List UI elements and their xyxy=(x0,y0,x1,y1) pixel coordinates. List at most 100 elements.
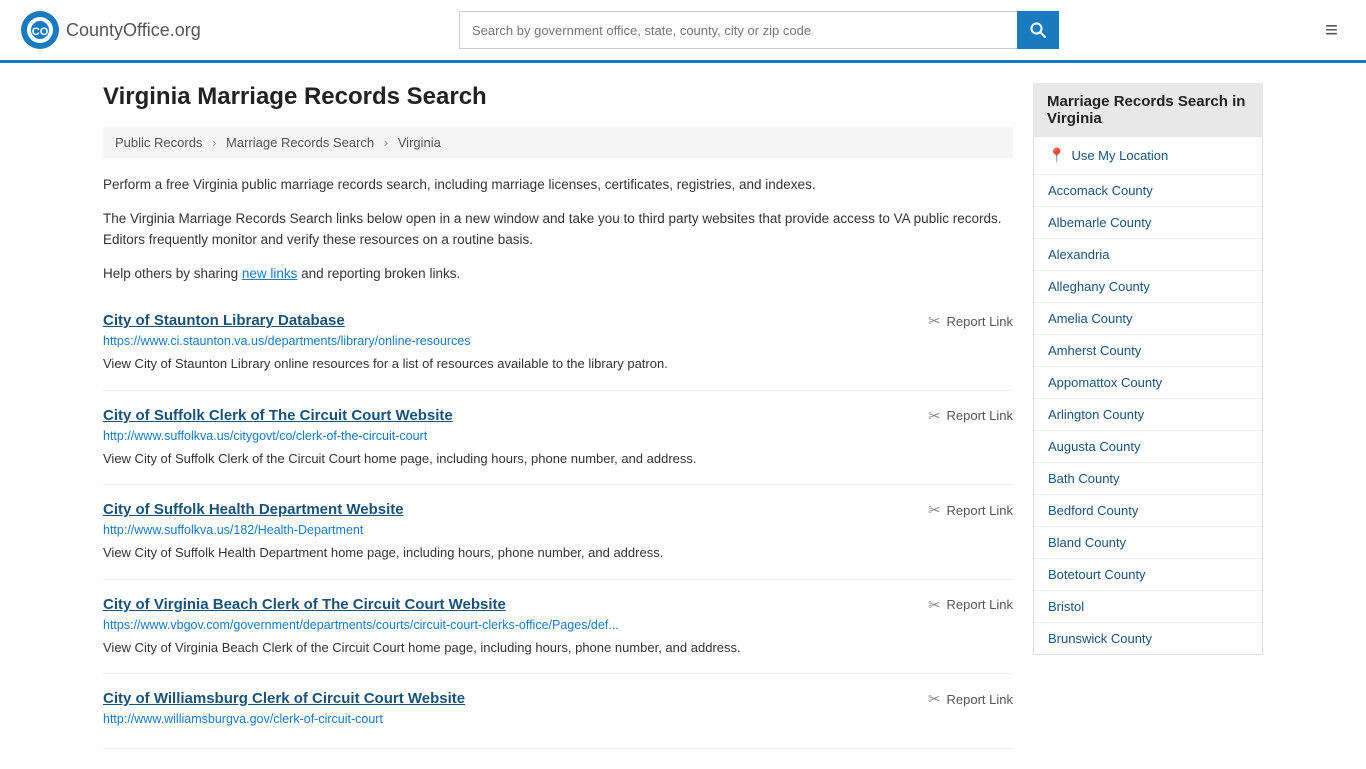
scissors-icon: ✂ xyxy=(928,407,941,425)
logo-area: CO CountyOffice.org xyxy=(20,10,201,50)
result-url[interactable]: https://www.vbgov.com/government/departm… xyxy=(103,618,1013,632)
report-link-button[interactable]: ✂ Report Link xyxy=(928,501,1013,519)
sidebar-county-item: Alexandria xyxy=(1034,239,1262,271)
sidebar-county-link[interactable]: Bland County xyxy=(1048,535,1126,550)
result-item: City of Williamsburg Clerk of Circuit Co… xyxy=(103,674,1013,749)
page-title: Virginia Marriage Records Search xyxy=(103,83,1013,111)
result-title[interactable]: City of Suffolk Health Department Websit… xyxy=(103,501,404,518)
result-header: City of Staunton Library Database ✂ Repo… xyxy=(103,312,1013,330)
sidebar-county-link[interactable]: Bedford County xyxy=(1048,503,1138,518)
result-url[interactable]: http://www.suffolkva.us/citygovt/co/cler… xyxy=(103,429,1013,443)
breadcrumb-current: Virginia xyxy=(398,135,441,150)
sidebar-county-item: Appomattox County xyxy=(1034,367,1262,399)
sidebar-county-link[interactable]: Accomack County xyxy=(1048,183,1153,198)
sidebar-county-link[interactable]: Amherst County xyxy=(1048,343,1141,358)
breadcrumb-sep-2: › xyxy=(384,135,388,150)
sidebar-county-item: Amherst County xyxy=(1034,335,1262,367)
result-header: City of Williamsburg Clerk of Circuit Co… xyxy=(103,690,1013,708)
sidebar-county-item: Augusta County xyxy=(1034,431,1262,463)
result-item: City of Suffolk Clerk of The Circuit Cou… xyxy=(103,391,1013,486)
result-title[interactable]: City of Suffolk Clerk of The Circuit Cou… xyxy=(103,407,453,424)
results-container: City of Staunton Library Database ✂ Repo… xyxy=(103,296,1013,749)
sidebar-title: Marriage Records Search in Virginia xyxy=(1033,83,1263,137)
sidebar-county-link[interactable]: Bristol xyxy=(1048,599,1084,614)
pin-icon: 📍 xyxy=(1048,147,1065,164)
sidebar-county-link[interactable]: Amelia County xyxy=(1048,311,1133,326)
sidebar-county-item: Bath County xyxy=(1034,463,1262,495)
sidebar-county-item: Bristol xyxy=(1034,591,1262,623)
new-links-link[interactable]: new links xyxy=(242,266,298,281)
result-item: City of Virginia Beach Clerk of The Circ… xyxy=(103,580,1013,675)
hamburger-menu-button[interactable]: ≡ xyxy=(1317,13,1346,47)
report-link-label: Report Link xyxy=(947,597,1013,612)
sidebar-county-link[interactable]: Bath County xyxy=(1048,471,1120,486)
sidebar-county-item: Bedford County xyxy=(1034,495,1262,527)
logo-text: CountyOffice.org xyxy=(66,20,201,41)
sidebar-county-link[interactable]: Albemarle County xyxy=(1048,215,1151,230)
scissors-icon: ✂ xyxy=(928,312,941,330)
sidebar-county-item: Accomack County xyxy=(1034,175,1262,207)
sidebar-county-item: Arlington County xyxy=(1034,399,1262,431)
sidebar-county-link[interactable]: Botetourt County xyxy=(1048,567,1146,582)
logo-icon: CO xyxy=(20,10,60,50)
site-header: CO CountyOffice.org ≡ xyxy=(0,0,1366,63)
result-item: City of Staunton Library Database ✂ Repo… xyxy=(103,296,1013,391)
report-link-label: Report Link xyxy=(947,408,1013,423)
sidebar-county-link[interactable]: Alexandria xyxy=(1048,247,1109,262)
sidebar-county-link[interactable]: Alleghany County xyxy=(1048,279,1150,294)
use-location-label: Use My Location xyxy=(1071,148,1168,163)
sidebar-counties: Accomack County Albemarle County Alexandri… xyxy=(1034,175,1262,654)
sidebar-county-item: Bland County xyxy=(1034,527,1262,559)
report-link-label: Report Link xyxy=(947,314,1013,329)
result-title[interactable]: City of Williamsburg Clerk of Circuit Co… xyxy=(103,690,465,707)
sidebar-county-link[interactable]: Appomattox County xyxy=(1048,375,1162,390)
search-input[interactable] xyxy=(459,11,1017,49)
sidebar-county-link[interactable]: Augusta County xyxy=(1048,439,1141,454)
search-button[interactable] xyxy=(1017,11,1059,49)
sidebar-list: 📍 Use My Location Accomack County Albemar… xyxy=(1033,137,1263,655)
result-url[interactable]: https://www.ci.staunton.va.us/department… xyxy=(103,334,1013,348)
result-item: City of Suffolk Health Department Websit… xyxy=(103,485,1013,580)
sidebar-county-link[interactable]: Arlington County xyxy=(1048,407,1144,422)
search-area xyxy=(459,11,1059,49)
main-container: Virginia Marriage Records Search Public … xyxy=(83,63,1283,769)
result-desc: View City of Virginia Beach Clerk of the… xyxy=(103,638,1013,658)
intro-paragraph-3: Help others by sharing new links and rep… xyxy=(103,263,1013,285)
intro-paragraph-1: Perform a free Virginia public marriage … xyxy=(103,174,1013,196)
scissors-icon: ✂ xyxy=(928,596,941,614)
report-link-button[interactable]: ✂ Report Link xyxy=(928,312,1013,330)
report-link-label: Report Link xyxy=(947,692,1013,707)
result-header: City of Virginia Beach Clerk of The Circ… xyxy=(103,596,1013,614)
result-header: City of Suffolk Health Department Websit… xyxy=(103,501,1013,519)
content-area: Virginia Marriage Records Search Public … xyxy=(103,83,1013,749)
scissors-icon: ✂ xyxy=(928,501,941,519)
sidebar-county-item: Alleghany County xyxy=(1034,271,1262,303)
result-desc: View City of Staunton Library online res… xyxy=(103,354,1013,374)
sidebar-county-link[interactable]: Brunswick County xyxy=(1048,631,1152,646)
result-title[interactable]: City of Virginia Beach Clerk of The Circ… xyxy=(103,596,506,613)
report-link-label: Report Link xyxy=(947,503,1013,518)
result-desc: View City of Suffolk Clerk of the Circui… xyxy=(103,449,1013,469)
intro-paragraph-2: The Virginia Marriage Records Search lin… xyxy=(103,208,1013,251)
scissors-icon: ✂ xyxy=(928,690,941,708)
result-header: City of Suffolk Clerk of The Circuit Cou… xyxy=(103,407,1013,425)
breadcrumb-marriage-records[interactable]: Marriage Records Search xyxy=(226,135,374,150)
report-link-button[interactable]: ✂ Report Link xyxy=(928,407,1013,425)
sidebar: Marriage Records Search in Virginia 📍 Us… xyxy=(1033,83,1263,749)
breadcrumb-sep-1: › xyxy=(212,135,216,150)
svg-text:CO: CO xyxy=(32,26,49,38)
sidebar-county-item: Amelia County xyxy=(1034,303,1262,335)
breadcrumb-public-records[interactable]: Public Records xyxy=(115,135,202,150)
report-link-button[interactable]: ✂ Report Link xyxy=(928,596,1013,614)
result-desc: View City of Suffolk Health Department h… xyxy=(103,543,1013,563)
sidebar-county-item: Brunswick County xyxy=(1034,623,1262,654)
result-title[interactable]: City of Staunton Library Database xyxy=(103,312,345,329)
breadcrumb: Public Records › Marriage Records Search… xyxy=(103,127,1013,158)
sidebar-county-item: Albemarle County xyxy=(1034,207,1262,239)
result-url[interactable]: http://www.williamsburgva.gov/clerk-of-c… xyxy=(103,712,1013,726)
use-my-location-button[interactable]: 📍 Use My Location xyxy=(1034,137,1262,175)
report-link-button[interactable]: ✂ Report Link xyxy=(928,690,1013,708)
result-url[interactable]: http://www.suffolkva.us/182/Health-Depar… xyxy=(103,523,1013,537)
search-icon xyxy=(1030,22,1046,38)
sidebar-county-item: Botetourt County xyxy=(1034,559,1262,591)
